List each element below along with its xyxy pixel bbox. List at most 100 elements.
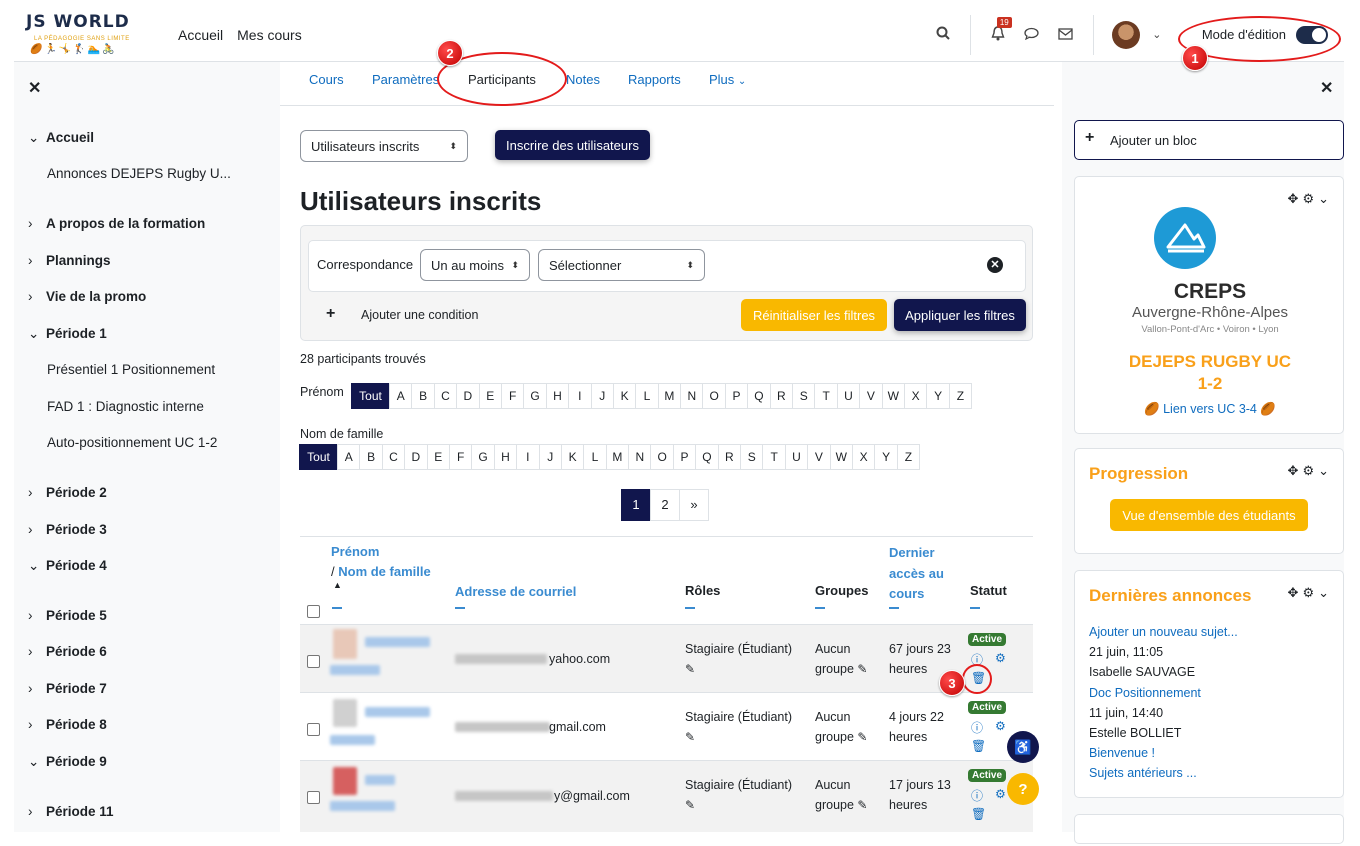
lastname-initial-k[interactable]: K [560, 444, 585, 470]
tab-parametres[interactable]: Paramètres [372, 72, 439, 87]
lastname-initial-s[interactable]: S [740, 444, 764, 470]
chat-icon[interactable] [1021, 27, 1043, 43]
firstname-initial-c[interactable]: C [433, 383, 458, 409]
lastname-initial-x[interactable]: X [851, 444, 876, 470]
lastname-initial-q[interactable]: Q [695, 444, 719, 470]
sidebar-section-periode-1[interactable]: ⌄ Période 1 [28, 326, 107, 342]
col-collapse-icon[interactable] [889, 607, 899, 609]
lastname-initial-b[interactable]: B [359, 444, 383, 470]
user-fullname-link[interactable] [365, 707, 430, 717]
firstname-initial-r[interactable]: R [769, 383, 794, 409]
firstname-initial-l[interactable]: L [635, 383, 659, 409]
block-controls[interactable]: ✥⚙⌄ [1288, 585, 1333, 601]
tab-plus[interactable]: Plus ⌄ [709, 72, 746, 87]
tab-rapports[interactable]: Rapports [628, 72, 681, 87]
firstname-initial-w[interactable]: W [881, 383, 905, 409]
mail-icon[interactable] [1055, 27, 1077, 43]
sidebar-section-accueil[interactable]: ⌄ Accueil [28, 130, 94, 146]
firstname-initial-e[interactable]: E [478, 383, 502, 409]
sidebar-item-fad-1[interactable]: FAD 1 : Diagnostic interne [47, 399, 204, 414]
lastname-initial-l[interactable]: L [583, 444, 607, 470]
firstname-initial-b[interactable]: B [411, 383, 435, 409]
lastname-initial-h[interactable]: H [493, 444, 518, 470]
firstname-initial-z[interactable]: Z [948, 383, 973, 409]
row-checkbox[interactable] [307, 655, 320, 668]
lastname-initial-d[interactable]: D [404, 444, 428, 470]
info-icon[interactable]: ⓘ [971, 787, 983, 804]
lastname-initial-o[interactable]: O [650, 444, 674, 470]
lastname-initial-r[interactable]: R [717, 444, 742, 470]
add-condition-link[interactable]: Ajouter une condition [361, 308, 478, 322]
filter-type-select[interactable]: Sélectionner ⬍ [538, 249, 705, 281]
page-2-button[interactable]: 2 [650, 489, 680, 521]
sidebar-section-vie-promo[interactable]: › Vie de la promo [28, 289, 146, 304]
col-last-access-header[interactable]: Dernier accès au cours [889, 543, 944, 605]
trash-icon[interactable]: 🗑 [971, 739, 986, 753]
sidebar-section-periode-9[interactable]: ⌄ Période 9 [28, 754, 107, 770]
edit-pencil-icon[interactable]: ✎ [857, 662, 867, 676]
row-checkbox[interactable] [307, 723, 320, 736]
select-all-checkbox[interactable] [307, 605, 320, 618]
sidebar-section-plannings[interactable]: › Plannings [28, 253, 111, 268]
sidebar-item-annonces[interactable]: Annonces DEJEPS Rugby U... [47, 166, 231, 181]
news-topic-link[interactable]: Bienvenue ! [1089, 746, 1155, 760]
bell-icon[interactable]: 19 [987, 16, 1012, 44]
lastname-initial-m[interactable]: M [605, 444, 630, 470]
add-topic-link[interactable]: Ajouter un nouveau sujet... [1089, 625, 1238, 639]
edit-pencil-icon[interactable]: ✎ [857, 798, 867, 812]
firstname-initial-m[interactable]: M [657, 383, 682, 409]
user-lastname-link[interactable] [330, 801, 395, 811]
uc34-link[interactable]: 🏉 Lien vers UC 3-4 🏉 [1075, 402, 1345, 417]
firstname-initial-q[interactable]: Q [747, 383, 771, 409]
lastname-initial-w[interactable]: W [829, 444, 853, 470]
gear-icon[interactable]: ⚙ [995, 719, 1006, 733]
col-lastname-header[interactable]: / Nom de famille [331, 564, 431, 579]
apply-filters-button[interactable]: Appliquer les filtres [894, 299, 1026, 331]
edit-pencil-icon[interactable]: ✎ [857, 730, 867, 744]
firstname-initial-f[interactable]: F [500, 383, 525, 409]
student-overview-button[interactable]: Vue d'ensemble des étudiants [1110, 499, 1308, 531]
firstname-initial-x[interactable]: X [903, 383, 928, 409]
firstname-initial-h[interactable]: H [545, 383, 570, 409]
sidebar-section-periode-7[interactable]: › Période 7 [28, 681, 107, 696]
accessibility-icon[interactable]: ♿ [1007, 731, 1039, 763]
firstname-initial-p[interactable]: P [724, 383, 749, 409]
firstname-initial-d[interactable]: D [456, 383, 480, 409]
firstname-initial-k[interactable]: K [612, 383, 637, 409]
firstname-initial-t[interactable]: T [814, 383, 838, 409]
remove-filter-icon[interactable]: ✕ [987, 257, 1003, 273]
help-icon[interactable]: ? [1007, 773, 1039, 805]
block-controls[interactable]: ✥⚙⌄ [1288, 191, 1333, 207]
lastname-initial-t[interactable]: T [762, 444, 786, 470]
lastname-initial-g[interactable]: G [471, 444, 495, 470]
lastname-initial-f[interactable]: F [448, 444, 473, 470]
reset-filters-button[interactable]: Réinitialiser les filtres [741, 299, 887, 331]
firstname-initial-all[interactable]: Tout [351, 383, 390, 409]
block-controls[interactable]: ✥⚙⌄ [1288, 463, 1333, 479]
lastname-initial-e[interactable]: E [426, 444, 450, 470]
search-icon[interactable] [932, 26, 954, 43]
info-icon[interactable]: ⓘ [971, 719, 983, 736]
next-page-button[interactable]: » [679, 489, 709, 521]
lastname-initial-c[interactable]: C [381, 444, 406, 470]
sidebar-section-periode-4[interactable]: ⌄ Période 4 [28, 558, 107, 574]
sidebar-section-periode-11[interactable]: › Période 11 [28, 804, 114, 819]
lastname-initial-p[interactable]: P [672, 444, 697, 470]
plus-icon[interactable]: + [326, 305, 335, 323]
nav-my-courses-link[interactable]: Mes cours [237, 27, 302, 43]
lastname-initial-all[interactable]: Tout [299, 444, 338, 470]
lastname-initial-v[interactable]: V [807, 444, 831, 470]
news-topic-link[interactable]: Doc Positionnement [1089, 686, 1201, 700]
edit-pencil-icon[interactable]: ✎ [685, 662, 695, 676]
enrol-users-button[interactable]: Inscrire des utilisateurs [495, 130, 650, 160]
firstname-initial-g[interactable]: G [523, 383, 547, 409]
sidebar-section-a-propos[interactable]: › A propos de la formation [28, 216, 205, 231]
col-email-header[interactable]: Adresse de courriel [455, 584, 576, 599]
lastname-initial-y[interactable]: Y [874, 444, 898, 470]
user-fullname-link[interactable] [365, 775, 395, 785]
tab-notes[interactable]: Notes [566, 72, 600, 87]
sidebar-item-presentiel-1[interactable]: Présentiel 1 Positionnement [47, 362, 215, 377]
edit-pencil-icon[interactable]: ✎ [685, 730, 695, 744]
lastname-initial-a[interactable]: A [337, 444, 361, 470]
older-topics-link[interactable]: Sujets antérieurs ... [1089, 766, 1197, 780]
